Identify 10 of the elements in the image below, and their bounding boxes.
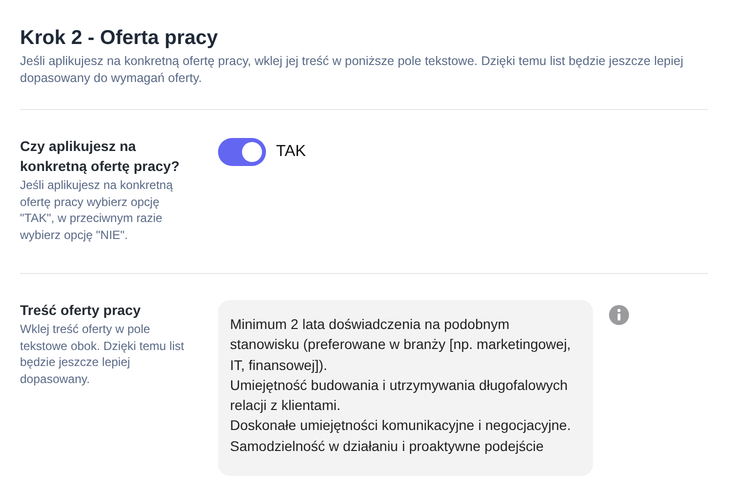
section-description: Jeśli aplikujesz na konkretną ofertę pracy, wklej jej treść w poniższe pole tekstowe. Dzięki temu list będzie jeszcze lepiej dopasowany do wymagań oferty. (20, 53, 684, 87)
field-label: Treść oferty pracy (20, 301, 142, 320)
toggle-label: TAK (276, 143, 306, 161)
toggle-switch[interactable] (218, 138, 266, 166)
info-icon[interactable] (609, 305, 629, 325)
section-title: Krok 2 - Oferta pracy (20, 26, 219, 50)
field-label: Czy aplikujesz na konkretną ofertę pracy? (20, 137, 180, 176)
field-help-text: Wklej treść oferty w pole tekstowe obok. Dzięki temu list będzie jeszcze lepiej dopasowany. (20, 321, 186, 387)
text-area[interactable]: Minimum 2 lata doświadczenia na podobnym stanowisku (preferowane w branży [np. marketingowej, IT, finansowej]). Umiejętność budowania i utrzymywania długofalowych relacji z klientami. Doskonałe umiejętności komunikacyjne i negocjacyjne. Samodzielność w działaniu i proaktywne podejście (218, 300, 593, 476)
field-help-text: Jeśli aplikujesz na konkretną ofertę pracy wybierz opcję "TAK", w przeciwnym razie wybierz opcję "NIE". (20, 177, 174, 243)
